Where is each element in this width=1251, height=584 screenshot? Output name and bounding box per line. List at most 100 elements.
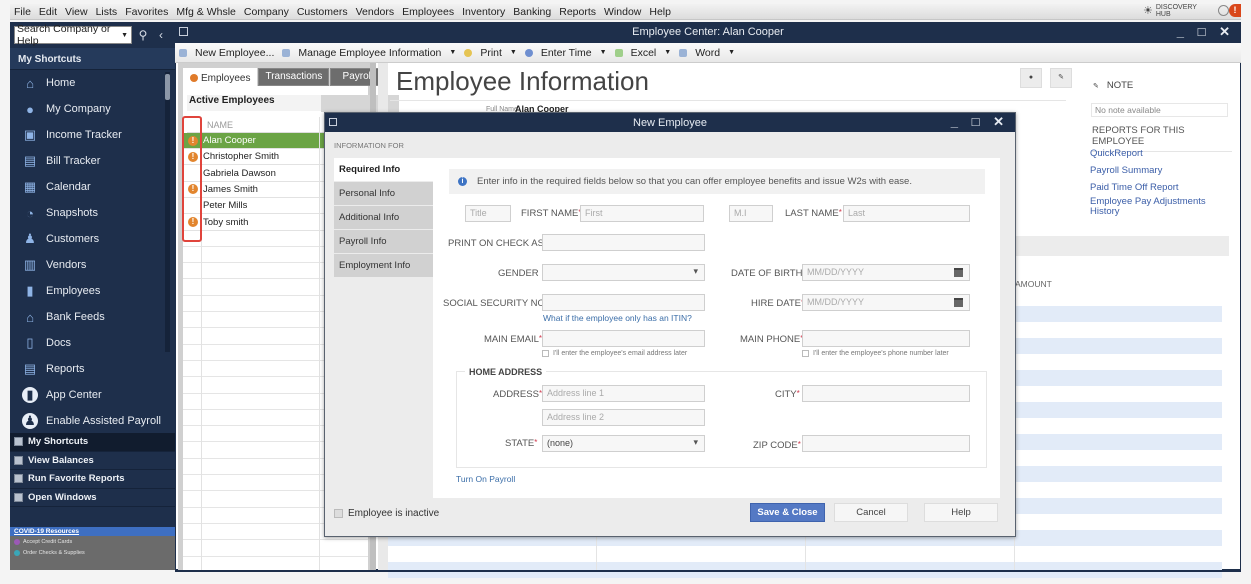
payroll-summary-link[interactable]: Payroll Summary — [1090, 166, 1230, 176]
help-button[interactable]: Help — [924, 503, 998, 522]
attach-button[interactable]: ● — [1020, 68, 1042, 88]
scrollbar-thumb[interactable] — [165, 74, 170, 100]
main-phone-input[interactable] — [802, 330, 970, 347]
nav-vendors[interactable]: ▥ Vendors — [10, 252, 165, 278]
bottom-nav-view-balances[interactable]: View Balances — [10, 452, 175, 470]
nav-bank-feeds[interactable]: ⌂ Bank Feeds — [10, 304, 165, 330]
save-close-button[interactable]: Save & Close — [750, 503, 825, 522]
new-employee-button[interactable]: New Employee... — [195, 47, 274, 59]
employee-pay-adjustments-link[interactable]: Employee Pay Adjustments History — [1090, 197, 1230, 217]
chevron-down-icon[interactable]: ▼ — [121, 32, 131, 39]
turn-on-payroll-link[interactable]: Turn On Payroll — [456, 474, 515, 484]
enter-time-button[interactable]: Enter Time — [541, 47, 592, 59]
cancel-button[interactable]: Cancel — [834, 503, 908, 522]
tab-employment-info[interactable]: Employment Info — [334, 254, 433, 277]
checkbox[interactable] — [334, 509, 343, 518]
collapse-left-icon[interactable]: ‹ — [154, 28, 168, 42]
search-input[interactable]: Search Company or Help ▼ — [14, 23, 132, 47]
employee-inactive-checkbox[interactable]: Employee is inactive — [334, 508, 439, 519]
covid-resources-link[interactable]: COVID-19 Resources — [10, 527, 175, 536]
nav-my-company[interactable]: ● My Company — [10, 96, 165, 122]
state-select[interactable]: (none) — [542, 435, 705, 452]
chevron-down-icon[interactable]: ▼ — [449, 49, 456, 56]
zip-code-input[interactable] — [802, 435, 970, 452]
nav-docs[interactable]: ▯ Docs — [10, 330, 165, 356]
tab-additional-info[interactable]: Additional Info — [334, 206, 433, 229]
menu-customers[interactable]: Customers — [293, 6, 352, 18]
nav-income-tracker[interactable]: ▣ Income Tracker — [10, 122, 165, 148]
title-input[interactable]: Title — [465, 205, 511, 222]
menu-window[interactable]: Window — [600, 6, 645, 18]
last-name-input[interactable]: Last — [843, 205, 970, 222]
address-line1-input[interactable]: Address line 1 — [542, 385, 705, 402]
gender-select[interactable] — [542, 264, 705, 281]
accept-credit-cards-link[interactable]: Accept Credit Cards — [10, 536, 175, 547]
nav-customers[interactable]: ♟ Customers — [10, 226, 165, 252]
nav-employees[interactable]: ▮ Employees — [10, 278, 165, 304]
window-controls[interactable]: _ □ ✕ — [951, 114, 1009, 130]
menu-mfg-whsle[interactable]: Mfg & Whsle — [172, 6, 240, 18]
middle-initial-input[interactable]: M.I — [729, 205, 773, 222]
chevron-down-icon[interactable]: ▼ — [664, 49, 671, 56]
itin-link[interactable]: What if the employee only has an ITIN? — [543, 313, 692, 323]
tab-employees[interactable]: Employees — [183, 68, 258, 86]
menu-employees[interactable]: Employees — [398, 6, 458, 18]
paid-time-off-report-link[interactable]: Paid Time Off Report — [1090, 183, 1230, 193]
chevron-down-icon[interactable]: ▼ — [600, 49, 607, 56]
tab-personal-info[interactable]: Personal Info — [334, 182, 433, 205]
phone-later-checkbox[interactable]: I'll enter the employee's phone number l… — [802, 350, 949, 357]
alert-icon[interactable]: ! — [1229, 4, 1241, 17]
menu-company[interactable]: Company — [240, 6, 293, 18]
nav-snapshots[interactable]: ◔ Snapshots — [10, 200, 165, 226]
checkbox[interactable] — [802, 350, 809, 357]
calendar-icon[interactable] — [954, 268, 963, 277]
chevron-down-icon[interactable]: ▼ — [510, 49, 517, 56]
address-line2-input[interactable]: Address line 2 — [542, 409, 705, 426]
word-button[interactable]: Word — [695, 47, 720, 59]
quickreport-link[interactable]: QuickReport — [1090, 149, 1230, 159]
order-checks-link[interactable]: Order Checks & Supplies — [10, 547, 175, 558]
nav-bill-tracker[interactable]: ▤ Bill Tracker — [10, 148, 165, 174]
ssn-input[interactable] — [542, 294, 705, 311]
clock-icon[interactable] — [1218, 5, 1229, 16]
menu-help[interactable]: Help — [645, 6, 675, 18]
main-email-input[interactable] — [542, 330, 705, 347]
menu-vendors[interactable]: Vendors — [352, 6, 399, 18]
excel-button[interactable]: Excel — [631, 47, 657, 59]
calendar-icon[interactable] — [954, 298, 963, 307]
checkbox[interactable] — [542, 350, 549, 357]
menu-view[interactable]: View — [61, 6, 92, 18]
bottom-nav-my-shortcuts[interactable]: My Shortcuts — [10, 433, 175, 452]
menu-reports[interactable]: Reports — [555, 6, 600, 18]
nav-reports[interactable]: ▤ Reports — [10, 356, 165, 382]
amount-column-header[interactable]: AMOUNT — [1015, 279, 1052, 289]
menu-lists[interactable]: Lists — [92, 6, 122, 18]
nav-app-center[interactable]: ▮ App Center — [10, 382, 165, 408]
manage-employee-info-button[interactable]: Manage Employee Information — [298, 47, 441, 59]
menu-inventory[interactable]: Inventory — [458, 6, 509, 18]
window-controls[interactable]: _ □ ✕ — [1177, 24, 1235, 40]
tab-required-info[interactable]: Required Info — [334, 158, 433, 181]
bottom-nav-open-windows[interactable]: Open Windows — [10, 489, 175, 507]
tab-transactions[interactable]: Transactions — [258, 68, 330, 86]
city-input[interactable] — [802, 385, 970, 402]
print-button[interactable]: Print — [480, 47, 502, 59]
date-of-birth-input[interactable]: MM/DD/YYYY — [802, 264, 970, 281]
bottom-nav-run-favorite-reports[interactable]: Run Favorite Reports — [10, 470, 175, 489]
chevron-down-icon[interactable]: ▼ — [728, 49, 735, 56]
edit-button[interactable]: ✎ — [1050, 68, 1072, 88]
menu-banking[interactable]: Banking — [509, 6, 555, 18]
hire-date-input[interactable]: MM/DD/YYYY — [802, 294, 970, 311]
first-name-input[interactable]: First — [580, 205, 704, 222]
email-later-checkbox[interactable]: I'll enter the employee's email address … — [542, 350, 687, 357]
menu-edit[interactable]: Edit — [35, 6, 61, 18]
nav-home[interactable]: ⌂ Home — [10, 70, 165, 96]
menu-favorites[interactable]: Favorites — [121, 6, 172, 18]
search-icon[interactable]: ⚲ — [136, 28, 150, 42]
menu-file[interactable]: File — [10, 6, 35, 18]
shortcut-scrollbar[interactable] — [165, 72, 170, 352]
discovery-hub-button[interactable]: ☀ DISCOVERY HUB — [1143, 3, 1213, 19]
nav-enable-assisted-payroll[interactable]: ♟ Enable Assisted Payroll — [10, 408, 165, 434]
tab-payroll-info[interactable]: Payroll Info — [334, 230, 433, 253]
nav-calendar[interactable]: ▦ Calendar — [10, 174, 165, 200]
